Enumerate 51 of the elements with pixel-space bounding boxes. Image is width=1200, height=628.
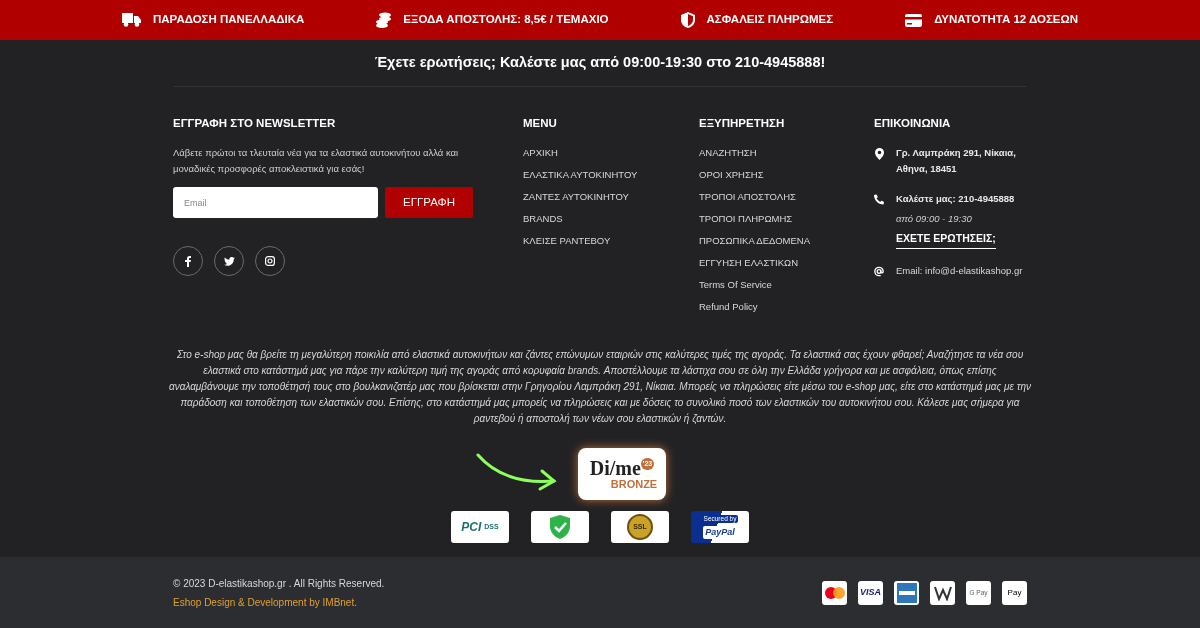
footer-link[interactable]: ΕΛΑΣΤΙΚΑ ΑΥΤΟΚΙΝΗΤΟΥ [523,167,699,189]
award-level: BRONZE [610,478,658,490]
footer-link[interactable]: ΚΛΕΙΣΕ ΡΑΝΤΕΒΟΥ [523,233,699,255]
footer-link[interactable]: ΑΝΑΖΗΤΗΣΗ [699,145,874,167]
twitter-icon [223,256,235,266]
top-bar-item: ΔΥΝΑΤΟΤΗΤΑ 12 ΔΟΣΕΩΝ [934,12,1078,28]
check-shield-icon [550,515,570,539]
footer-link[interactable]: ΑΡΧΙΚΗ [523,145,699,167]
location-pin-icon [874,148,884,160]
apple-pay-logo: Pay [1007,587,1022,599]
at-sign-icon [874,265,884,277]
phone-icon [874,194,884,205]
footer-link[interactable]: ΤΡΟΠΟΙ ΠΛΗΡΩΜΗΣ [699,211,874,233]
footer-link[interactable]: ΟΡΟΙ ΧΡΗΣΗΣ [699,167,874,189]
facebook-icon [185,255,191,267]
truck-icon [121,13,141,27]
coins-icon [376,12,392,28]
footer-link[interactable]: Refund Policy [699,299,874,321]
opening-hours: από 09:00 - 19:30 [896,212,973,226]
address-text: Γρ. Λαμπράκη 291, Νίκαια, Αθηνα, 18451 [896,146,1017,176]
footer-link[interactable]: Terms Of Service [699,277,874,299]
badge-text: PayPal [703,525,737,540]
badge-text: PCI [461,519,482,536]
award-name: Di/me [589,458,641,478]
footer-link[interactable]: ΕΓΓΥΗΣΗ ΕΛΑΣΤΙΚΩΝ [699,255,874,277]
phone-number: Καλέστε μας: 210-4945888 [896,192,1016,206]
top-bar-item: ΠΑΡΑΔΟΣΗ ΠΑΝΕΛΛΑΔΙΚΑ [152,12,305,28]
email-field[interactable]: Email [173,187,378,218]
copyright-text: © 2023 D-elastikashop.gr . All Rights Reserved. [173,577,386,591]
instagram-icon [265,256,275,266]
footer-link[interactable]: ΠΡΟΣΩΠΙΚΑ ΔΕΔΟΜΕΝΑ [699,233,874,255]
column-heading: ΕΠΙΚΟΙΝΩΝΙΑ [874,116,952,131]
top-bar-item: ΑΣΦΑΛΕΙΣ ΠΛΗΡΩΜΕΣ [706,12,834,28]
developer-credit-link[interactable]: Eshop Design & Development by IMBnet. [173,595,822,610]
visa-logo: VISA [860,586,881,600]
about-paragraph: Στο e-shop μας θα βρείτε τη μεγαλύτερη ποικιλία από ελαστικά αυτοκινήτων και ζάντες επώνυμων εταιριών στις καλύτερες τιμές της αγοράς. Τα ελαστικά σας έχουν φθαρεί; Αναζήτησε τα νέα σου ελαστικά στο κατάστημά μας για πάρε την καλύτερη τιμή της αγοράς από κορυφαία brands. Αποστέλλουμε τα λάστιχα σου σε όλη την Ελλάδα γρήγορα και με ασφάλεια, όπως επίσης αναλαμβάνουμε την τοποθέτησή τους στο βουλκανιζατέρ μας που βρίσκεται στην Γρηγορίου Λαμπράκη 291, Νίκαια. Μπορείς να πληρώσεις είτε μέσω του e-shop μας, είτε στο κατάστημά μας με την παράδοση και τοποθέτηση των ελαστικών σου. Επίσης, στο κατάστημά μας μπορείς να πληρώσεις και με δόσεις το συνολικό ποσό των ελαστικών του αυτοκινήτου σου. Κάλεσε μας σήμερα για ραντεβού ή αποστολή των νέων σου ελαστικών ή ζαντών. [168,348,1032,426]
footer-link[interactable]: ΤΡΟΠΟΙ ΑΠΟΣΤΟΛΗΣ [699,189,874,211]
column-heading: MENU [523,116,558,131]
footer-link[interactable]: ΖΑΝΤΕΣ ΑΥΤΟΚΙΝΗΤΟΥ [523,189,699,211]
column-heading: ΕΞΥΠΗΡΕΤΗΣΗ [699,116,786,131]
column-heading: ΕΓΓΡΑΦΗ ΣΤΟ NEWSLETTER [173,116,337,131]
email-address: Email: info@d-elastikashop.gr [896,263,1023,278]
subscribe-button[interactable]: ΕΓΓΡΑΦΗ [385,187,473,218]
newsletter-text: Λάβετε πρώτοι τα τλευταία νέα για τα ελαστικά αυτοκινήτου αλλά και μοναδικές προσφορές αποκλειστικά για εσάς! [173,146,460,176]
footer-link[interactable]: BRANDS [523,211,699,233]
mastercard-logo-icon [824,587,845,599]
hotline-heading: Έχετε ερωτήσεις; Καλέστε μας από 09:00-19:30 στο 210-4945888! [374,53,826,73]
shield-icon [680,12,695,28]
top-bar-item: ΕΞΟΔΑ ΑΠΟΣΤΟΛΗΣ: 8,5€ / ΤΕΜΑΧΙΟ [403,12,609,28]
questions-link[interactable]: ΕΧΕΤΕ ΕΡΩΤΗΣΕΙΣ; [896,231,996,249]
credit-card-icon [905,13,923,27]
